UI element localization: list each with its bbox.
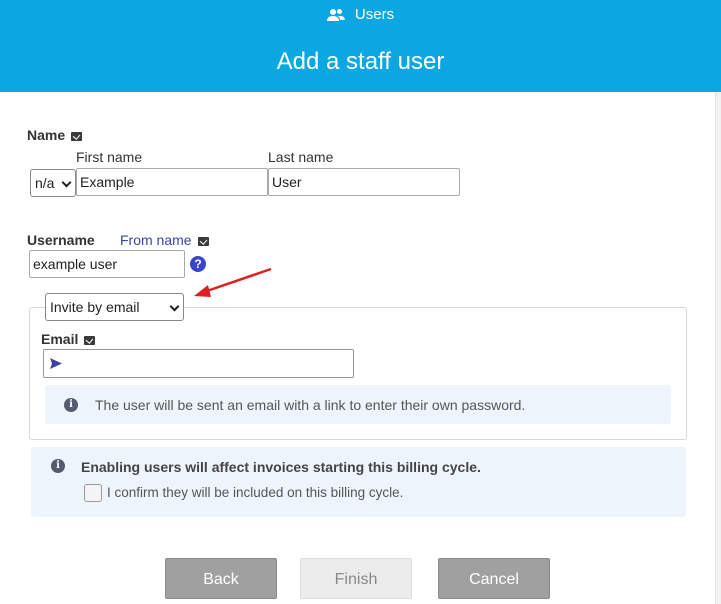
first-name-label: First name	[76, 149, 143, 165]
title-select[interactable]: n/a	[30, 169, 76, 197]
breadcrumb-users-link[interactable]: Users	[355, 6, 394, 23]
cancel-button[interactable]: Cancel	[438, 558, 550, 599]
username-label: Username	[27, 232, 95, 248]
invite-info-text: The user will be sent an email with a li…	[95, 397, 526, 413]
red-arrow-annotation	[194, 267, 272, 297]
name-label: Name	[27, 127, 66, 143]
page-header: Users Add a staff user	[0, 0, 721, 92]
confirm-billing-checkbox[interactable]	[84, 484, 102, 502]
email-label-row: Email	[41, 331, 96, 347]
chevron-down-icon	[169, 301, 180, 312]
invite-method-select[interactable]: Invite by email	[45, 293, 184, 321]
info-icon: i	[64, 398, 78, 412]
from-name-row[interactable]: From name	[120, 232, 209, 248]
confirm-billing-label[interactable]: I confirm they will be included on this …	[107, 485, 403, 500]
last-name-label: Last name	[268, 149, 334, 165]
finish-button[interactable]: Finish	[300, 558, 412, 599]
last-name-input[interactable]: User	[268, 168, 460, 196]
breadcrumb[interactable]: Users	[0, 6, 721, 23]
billing-info-box: i Enabling users will affect invoices st…	[31, 447, 686, 517]
invite-method-value: Invite by email	[50, 299, 140, 315]
username-input[interactable]: example user	[29, 250, 185, 278]
invite-info-box: i The user will be sent an email with a …	[45, 385, 671, 424]
info-icon: i	[51, 459, 65, 473]
page-title: Add a staff user	[276, 48, 445, 75]
chevron-down-icon	[61, 177, 72, 188]
from-name-label[interactable]: From name	[120, 232, 192, 248]
title-select-value: n/a	[35, 175, 55, 191]
from-name-check-icon[interactable]	[197, 236, 209, 246]
email-input[interactable]	[43, 349, 354, 378]
users-icon	[326, 8, 345, 21]
send-icon	[50, 358, 62, 369]
billing-notice-text: Enabling users will affect invoices star…	[81, 459, 481, 475]
side-strip	[716, 92, 721, 604]
back-button[interactable]: Back	[165, 558, 277, 599]
email-check-icon	[84, 335, 96, 345]
required-check-icon	[71, 131, 83, 141]
name-label-row: Name	[27, 127, 83, 143]
first-name-input[interactable]: Example	[76, 168, 268, 196]
email-label: Email	[41, 331, 79, 347]
